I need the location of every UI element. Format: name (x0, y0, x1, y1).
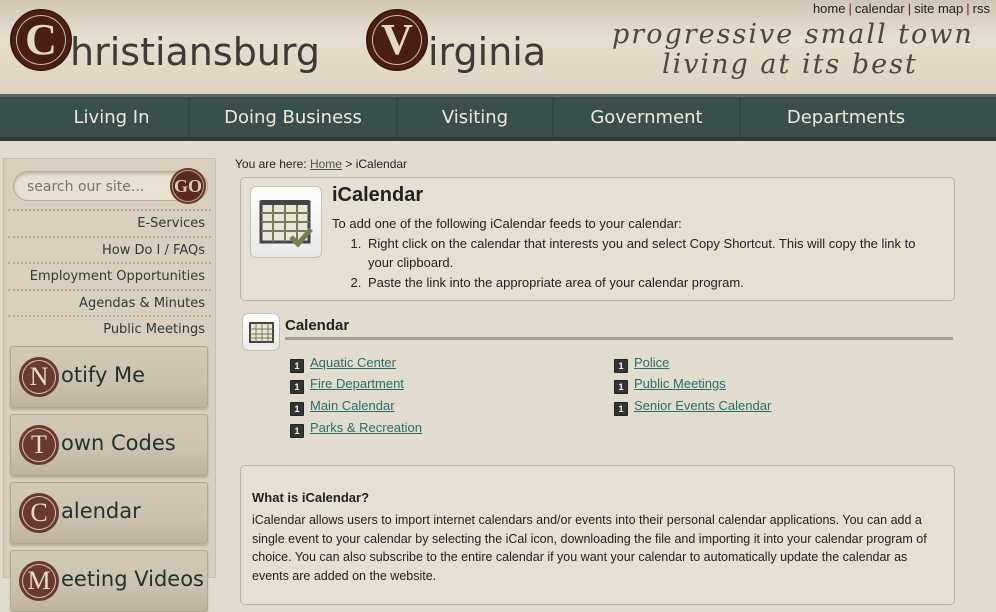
feed-link[interactable]: Fire Department (310, 376, 404, 391)
calendar-button[interactable]: C alendar (10, 482, 208, 544)
calendar-link[interactable]: calendar (855, 1, 905, 16)
quick-link-public-meetings[interactable]: Public Meetings (8, 315, 211, 342)
utility-links: home | calendar | site map | rss (812, 1, 990, 16)
feed-link[interactable]: Parks & Recreation (310, 420, 422, 435)
feed-fire-department: 1 Fire Department (290, 376, 404, 394)
feed-link[interactable]: Police (634, 355, 669, 370)
main-content: You are here: Home > iCalendar iCalendar… (235, 157, 955, 605)
site-map-link[interactable]: site map (914, 1, 963, 16)
seal-icon: C (19, 493, 59, 533)
tagline: progressive small town living at its bes… (612, 20, 974, 80)
breadcrumb-prefix: You are here: (235, 157, 307, 171)
feed-link[interactable]: Aquatic Center (310, 355, 396, 370)
quick-link-employment[interactable]: Employment Opportunities (8, 262, 211, 289)
feed-police: 1 Police (614, 355, 669, 373)
go-button[interactable]: GO (170, 168, 206, 204)
home-link[interactable]: home (813, 1, 846, 16)
quick-link-e-services[interactable]: E-Services (8, 209, 211, 236)
intro-panel: iCalendar To add one of the following iC… (240, 177, 955, 301)
button-label: own Codes (61, 431, 176, 455)
nav-living-in[interactable]: Living In (0, 97, 190, 137)
rss-link[interactable]: rss (973, 1, 990, 16)
intro-lead: To add one of the following iCalendar fe… (332, 216, 682, 231)
feed-aquatic-center: 1 Aquatic Center (290, 355, 396, 373)
seal-icon: N (19, 357, 59, 397)
quick-link-faqs[interactable]: How Do I / FAQs (8, 235, 211, 263)
search-input[interactable] (14, 172, 164, 195)
logo-seal-c[interactable]: C (10, 9, 72, 71)
meeting-videos-button[interactable]: M eeting Videos (10, 550, 208, 612)
breadcrumb-home-link[interactable]: Home (310, 157, 342, 171)
icalendar-icon (250, 186, 322, 258)
feed-main-calendar: 1 Main Calendar (290, 398, 395, 416)
breadcrumb-current: iCalendar (355, 157, 408, 171)
ical-icon[interactable]: 1 (290, 380, 304, 394)
calendar-section-header: Calendar (235, 313, 955, 353)
main-nav: Living In Doing Business Visiting Govern… (0, 94, 996, 141)
what-is-icalendar-panel: What is iCalendar? iCalendar allows user… (240, 465, 955, 605)
page-title: iCalendar (332, 184, 424, 206)
calendar-section-title: Calendar (285, 317, 350, 334)
nav-visiting[interactable]: Visiting (398, 97, 554, 137)
site-header: C hristiansburg V irginia progressive sm… (0, 0, 996, 94)
seal-icon: M (19, 561, 59, 601)
calendar-feeds: 1 Aquatic Center 1 Fire Department 1 Main C… (235, 355, 955, 455)
logo-word-virginia[interactable]: irginia (428, 30, 546, 74)
feed-link[interactable]: Main Calendar (310, 398, 395, 413)
button-label: alendar (61, 499, 141, 523)
nav-government[interactable]: Government (554, 97, 741, 137)
step-item: Right click on the calendar that interes… (365, 234, 942, 273)
logo-seal-v[interactable]: V (366, 9, 428, 71)
breadcrumb: You are here: Home > iCalendar (235, 157, 955, 171)
tagline-line-2: living at its best (662, 49, 918, 80)
nav-departments[interactable]: Departments (741, 97, 951, 137)
ical-icon[interactable]: 1 (290, 402, 304, 416)
tagline-line-1: progressive small town (612, 19, 974, 50)
town-codes-button[interactable]: T own Codes (10, 414, 208, 476)
breadcrumb-separator: > (345, 157, 353, 171)
feed-link[interactable]: Public Meetings (634, 376, 726, 391)
ical-icon[interactable]: 1 (614, 359, 628, 373)
what-title: What is iCalendar? (252, 490, 370, 505)
calendar-icon (242, 313, 280, 351)
button-label: otify Me (61, 363, 146, 387)
nav-doing-business[interactable]: Doing Business (190, 97, 398, 137)
feed-link[interactable]: Senior Events Calendar (634, 398, 771, 413)
feed-public-meetings: 1 Public Meetings (614, 376, 726, 394)
ical-icon[interactable]: 1 (290, 424, 304, 438)
quick-links: E-Services How Do I / FAQs Employment Op… (8, 209, 211, 342)
sidebar: GO E-Services How Do I / FAQs Employment… (3, 158, 216, 612)
intro-text: To add one of the following iCalendar fe… (332, 214, 942, 292)
steps-list: Right click on the calendar that interes… (365, 234, 942, 293)
step-item: Paste the link into the appropriate area… (365, 273, 942, 293)
ical-icon[interactable]: 1 (290, 359, 304, 373)
button-label: eeting Videos (61, 567, 205, 591)
notify-me-button[interactable]: N otify Me (10, 346, 208, 408)
ical-icon[interactable]: 1 (614, 380, 628, 394)
feed-senior-events: 1 Senior Events Calendar (614, 398, 771, 416)
section-divider (285, 337, 953, 340)
feed-parks-recreation: 1 Parks & Recreation (290, 420, 422, 438)
logo-word-christiansburg[interactable]: hristiansburg (70, 30, 320, 74)
ical-icon[interactable]: 1 (614, 402, 628, 416)
seal-icon: T (19, 425, 59, 465)
quick-link-agendas[interactable]: Agendas & Minutes (8, 288, 211, 316)
